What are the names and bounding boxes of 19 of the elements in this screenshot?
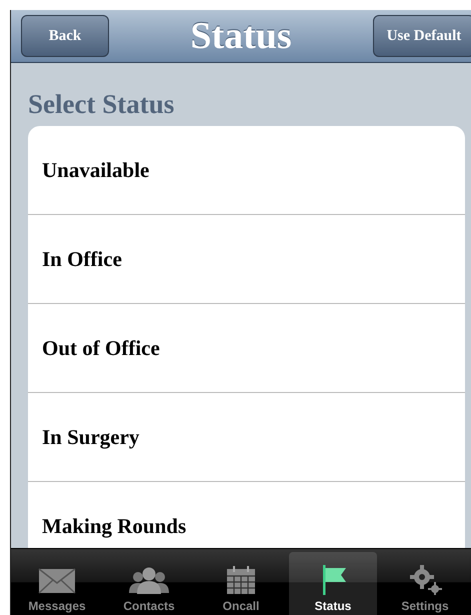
tab[interactable]: Messages <box>13 552 101 615</box>
tab[interactable]: Status <box>289 552 377 615</box>
tab-label: Contacts <box>123 599 175 613</box>
people-icon <box>129 565 169 595</box>
tab-label: Settings <box>401 599 449 613</box>
status-item[interactable]: Unavailable <box>28 126 465 215</box>
status-item[interactable]: Out of Office <box>28 304 465 393</box>
tab-label: Messages <box>28 599 86 613</box>
tab[interactable]: Settings <box>381 552 469 615</box>
status-item[interactable]: In Office <box>28 215 465 304</box>
back-button[interactable]: Back <box>21 15 109 57</box>
tab-label: Status <box>314 599 352 613</box>
tab[interactable]: Oncall <box>197 552 285 615</box>
section-title: Select Status <box>28 89 176 120</box>
tab[interactable]: Contacts <box>105 552 193 615</box>
tab-label: Oncall <box>222 599 260 613</box>
window-title: Status <box>190 14 292 58</box>
use-default-button[interactable]: Use Default <box>373 15 471 57</box>
status-item[interactable]: In Surgery <box>28 393 465 482</box>
